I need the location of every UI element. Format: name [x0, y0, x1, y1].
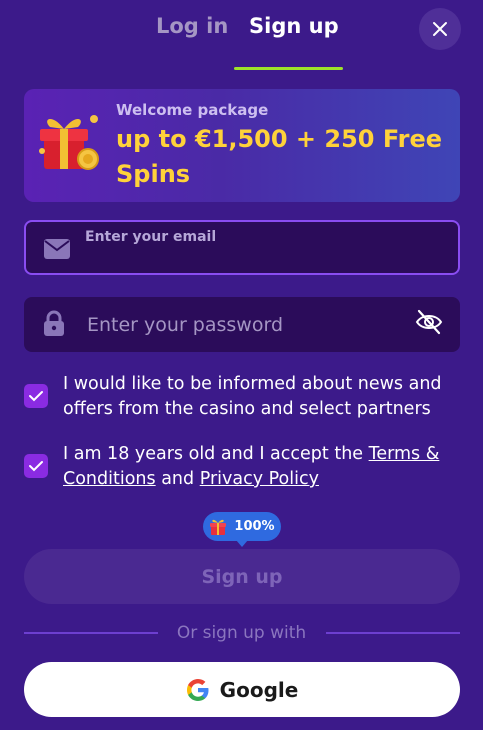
password-input[interactable] [85, 312, 389, 338]
password-field[interactable] [24, 297, 460, 352]
privacy-policy-link[interactable]: Privacy Policy [200, 469, 319, 489]
eye-off-icon[interactable] [415, 309, 443, 335]
welcome-banner: Welcome package up to €1,500 + 250 Free … [24, 89, 460, 202]
terms-middle: and [155, 469, 200, 489]
terms-consent-text: I am 18 years old and I accept the Terms… [63, 442, 463, 492]
auth-tabs: Log in Sign up [0, 0, 483, 70]
lock-icon [44, 310, 64, 336]
google-signup-button[interactable]: Google [24, 662, 460, 717]
news-consent-checkbox[interactable] [24, 384, 48, 408]
signup-button[interactable]: Sign up [24, 549, 460, 604]
email-field[interactable]: Enter your email [24, 220, 460, 275]
divider-right [326, 632, 460, 634]
checkmark-icon [29, 461, 43, 472]
bonus-badge-value: 100% [234, 519, 275, 534]
close-icon [433, 22, 447, 36]
bonus-badge: 100% [203, 512, 281, 541]
tab-signup[interactable]: Sign up [249, 14, 339, 38]
google-button-label: Google [219, 677, 299, 702]
badge-pointer [236, 540, 248, 547]
banner-title: up to €1,500 + 250 Free Spins [116, 125, 443, 188]
email-field-label: Enter your email [85, 229, 217, 245]
banner-label: Welcome package [116, 101, 269, 119]
gift-box-icon [39, 115, 99, 170]
news-consent-text: I would like to be informed about news a… [63, 374, 442, 419]
email-input[interactable] [85, 249, 429, 271]
terms-consent-checkbox[interactable] [24, 454, 48, 478]
gift-icon [210, 519, 227, 535]
checkmark-icon [29, 391, 43, 402]
tab-login[interactable]: Log in [156, 14, 228, 38]
terms-prefix: I am 18 years old and I accept the [63, 444, 369, 464]
envelope-icon [44, 239, 70, 259]
google-icon [186, 678, 209, 701]
active-tab-indicator [234, 67, 343, 70]
close-button[interactable] [419, 8, 461, 50]
